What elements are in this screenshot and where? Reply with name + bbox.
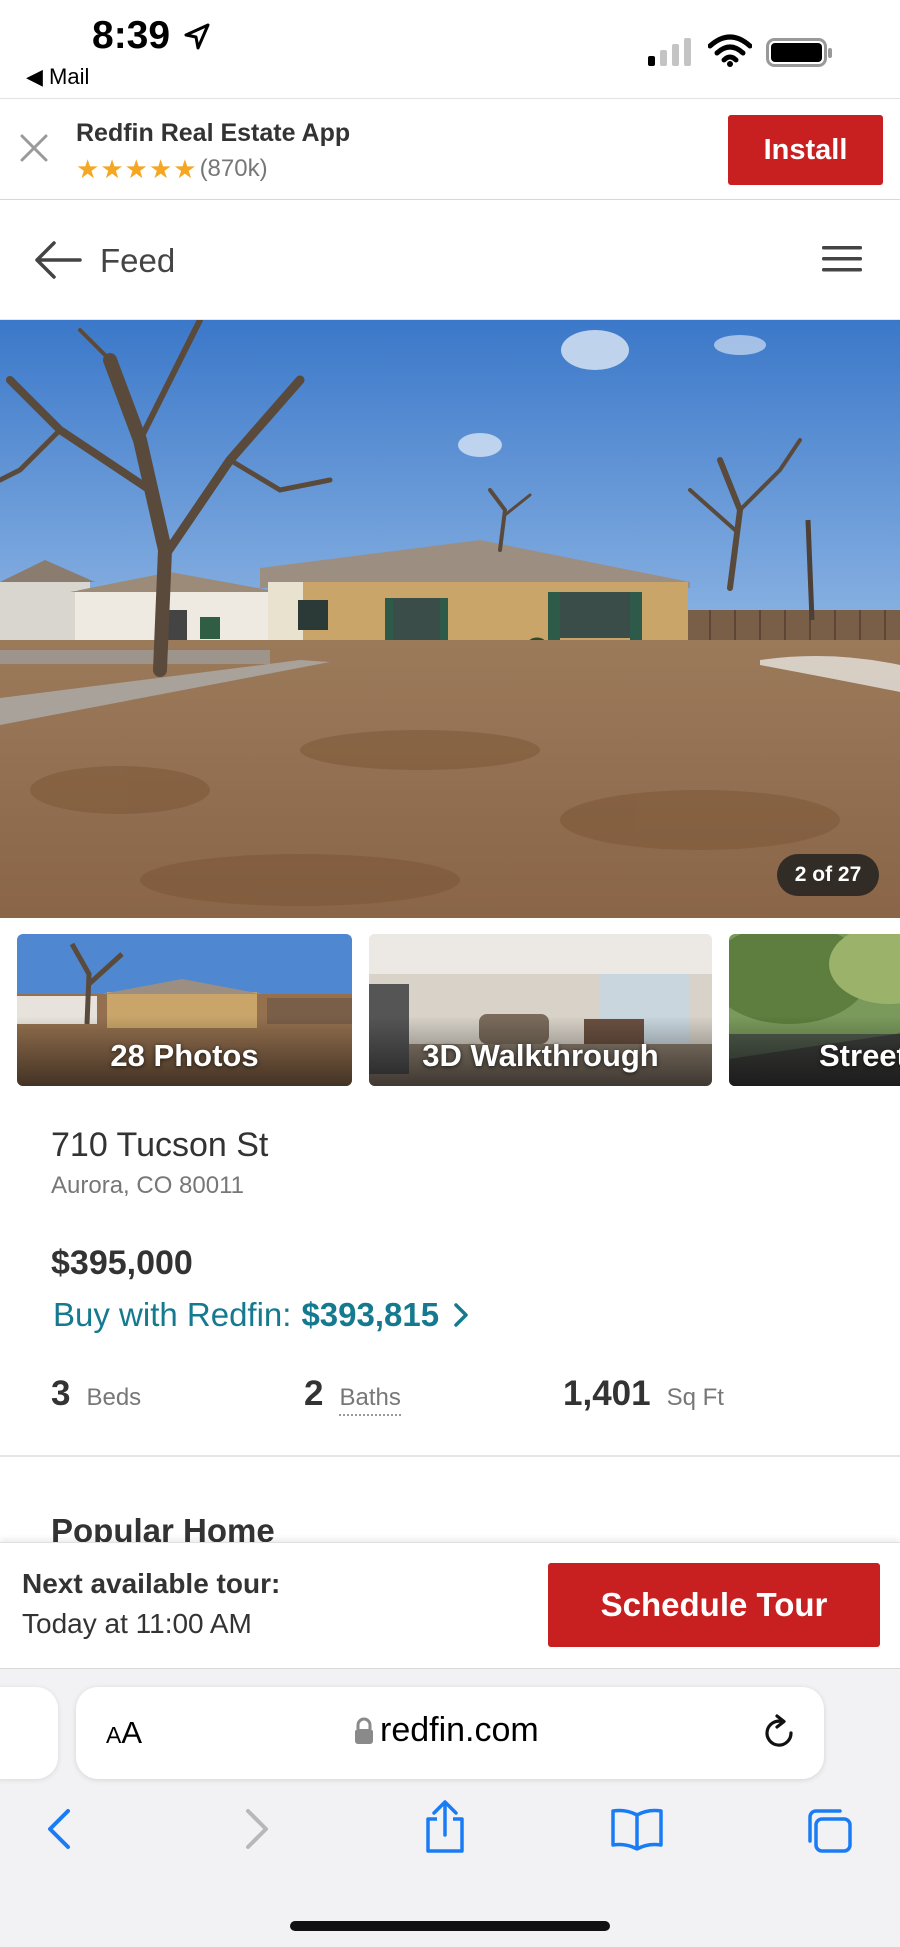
schedule-tour-button[interactable]: Schedule Tour [548, 1563, 880, 1647]
address-bar[interactable]: AAAA redfin.com [76, 1687, 824, 1779]
listing-street-address: 710 Tucson St [51, 1126, 269, 1164]
home-indicator [290, 1921, 610, 1931]
baths-label[interactable]: Baths [339, 1384, 401, 1416]
tabs-icon[interactable] [804, 1807, 854, 1855]
back-arrow-icon[interactable] [32, 240, 84, 280]
hamburger-menu-icon[interactable] [822, 244, 862, 274]
wifi-icon [708, 34, 752, 67]
location-arrow-icon [184, 23, 210, 50]
street-thumbnail-label: Street [819, 1038, 900, 1073]
media-carousel: 28 Photos 3D Walkthrough Street [0, 934, 900, 1088]
buy-with-price: $393,815 [301, 1296, 440, 1333]
beds-value: 3 [51, 1374, 71, 1413]
sqft-stat: 1,401 Sq Ft [563, 1374, 724, 1414]
street-view-thumbnail[interactable]: Street [729, 934, 900, 1086]
url-display[interactable]: redfin.com [354, 1711, 539, 1750]
3d-walkthrough-thumbnail[interactable]: 3D Walkthrough [369, 934, 712, 1086]
reload-icon[interactable] [758, 1711, 800, 1753]
listing-price: $395,000 [51, 1244, 193, 1282]
sqft-label: Sq Ft [666, 1384, 724, 1411]
previous-tab-preview[interactable] [0, 1687, 58, 1779]
lock-icon [355, 1717, 373, 1744]
house-photo [0, 320, 900, 918]
browser-forward-icon[interactable] [240, 1807, 272, 1851]
beds-label: Beds [86, 1384, 142, 1411]
browser-back-icon[interactable] [44, 1807, 76, 1851]
close-icon[interactable] [18, 132, 50, 164]
star-icon: ★ [124, 154, 148, 184]
url-text: redfin.com [380, 1711, 539, 1749]
reader-options-button[interactable]: AAAA [106, 1715, 142, 1751]
listing-city-line: Aurora, CO 80011 [51, 1172, 244, 1199]
page-title[interactable]: Feed [100, 242, 175, 280]
next-tour-time: Today at 11:00 AM [22, 1608, 252, 1639]
app-name: Redfin Real Estate App [76, 119, 351, 147]
baths-value: 2 [304, 1374, 324, 1413]
review-count: (870k) [199, 155, 268, 182]
install-button[interactable]: Install [728, 115, 883, 185]
back-to-mail-link[interactable]: ◀ Mail [26, 64, 89, 90]
browser-toolbar: AAAA redfin.com [0, 1668, 900, 1947]
star-icon: ★ [148, 154, 173, 184]
chevron-right-icon [454, 1303, 468, 1327]
photos-thumbnail[interactable]: 28 Photos [17, 934, 352, 1086]
page-header: Feed [0, 200, 900, 320]
baths-stat[interactable]: 2 Baths [304, 1374, 401, 1416]
share-icon[interactable] [422, 1799, 468, 1855]
battery-icon [766, 38, 832, 67]
walkthrough-thumbnail-label: 3D Walkthrough [422, 1038, 659, 1073]
cellular-signal-icon [648, 38, 691, 66]
photo-counter: 2 of 27 [777, 854, 879, 896]
popular-home-heading: Popular Home [51, 1512, 275, 1542]
status-bar: 8:39 ◀ Mail [0, 0, 900, 98]
app-install-banner: Redfin Real Estate App ★ ★ ★ ★ ★ (870k) … [0, 98, 900, 200]
sqft-value: 1,401 [563, 1374, 651, 1413]
app-rating: ★ ★ ★ ★ ★ (870k) [76, 155, 268, 183]
beds-stat: 3 Beds [51, 1374, 141, 1414]
star-icon: ★ [173, 154, 197, 184]
star-icon: ★ [100, 154, 124, 184]
star-icon: ★ [76, 154, 100, 184]
listing-main-photo[interactable] [0, 320, 900, 918]
next-tour-heading: Next available tour: [22, 1568, 281, 1599]
section-divider [0, 1455, 900, 1457]
photos-thumbnail-label: 28 Photos [110, 1038, 259, 1073]
buy-with-label: Buy with Redfin: [53, 1296, 292, 1333]
buy-with-redfin-link[interactable]: Buy with Redfin: $393,815 [53, 1296, 469, 1334]
status-time: 8:39 [92, 14, 171, 57]
tour-bar: Next available tour: Today at 11:00 AM S… [0, 1542, 900, 1668]
bookmarks-icon[interactable] [610, 1807, 664, 1851]
